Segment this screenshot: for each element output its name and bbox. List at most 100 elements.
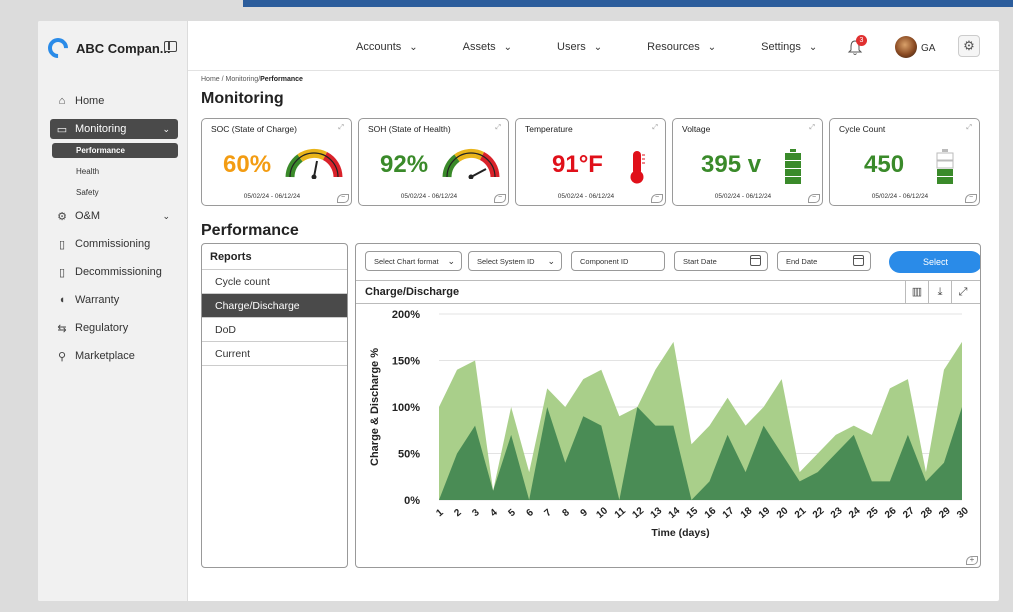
report-item-dod[interactable]: DoD — [202, 318, 347, 342]
menu-settings[interactable]: Settings ⌄ — [761, 41, 817, 53]
battery-empty-icon: ▯ — [58, 266, 66, 279]
y-tick-label: 150% — [392, 356, 420, 368]
brand-name: ABC Compan... — [76, 40, 171, 56]
minimize-icon[interactable]: − — [965, 194, 977, 203]
minimize-icon[interactable]: − — [808, 194, 820, 203]
calendar-icon[interactable] — [750, 255, 761, 266]
breadcrumb-path[interactable]: Home / Monitoring/ — [201, 76, 260, 83]
sidebar-toggle-icon[interactable] — [164, 41, 177, 52]
expand-icon[interactable]: ⤢ — [809, 124, 815, 132]
minimize-icon[interactable]: − — [651, 194, 663, 203]
menu-assets[interactable]: Assets ⌄ — [463, 41, 512, 53]
card-date: 05/02/24 - 06/12/24 — [557, 193, 615, 200]
sidebar-item-regulatory[interactable]: ⇆ Regulatory — [50, 318, 178, 338]
metric-card-temperature[interactable]: Temperature ⤢ 91°F 05/02/24 - 06/12/24 − — [515, 118, 666, 206]
expand-icon[interactable]: ⤢ — [338, 124, 344, 132]
sidebar-item-label: Marketplace — [75, 350, 135, 362]
component-id-input[interactable]: Component ID — [571, 251, 665, 271]
end-date-input[interactable]: End Date — [777, 251, 871, 271]
x-tick-label: 17 — [721, 505, 737, 521]
chart-format-label: Select Chart format — [374, 257, 439, 266]
x-tick-label: 2 — [452, 507, 464, 519]
sidebar-nav: ⌂ Home ▭ Monitoring ⌄ Performance Health… — [50, 91, 178, 374]
y-tick-label: 100% — [392, 402, 420, 414]
metric-card-cycle-count[interactable]: Cycle Count ⤢ 450 05/02/24 - 06/12/24 − — [829, 118, 980, 206]
notification-badge: 3 — [856, 35, 867, 46]
sidebar-item-monitoring[interactable]: ▭ Monitoring ⌄ — [50, 119, 178, 139]
card-date: 05/02/24 - 06/12/24 — [714, 193, 772, 200]
download-icon[interactable]: ⤓ — [928, 281, 951, 304]
chart-panel: Select Chart format ⌄ Select System ID ⌄ C… — [355, 243, 981, 568]
expand-icon[interactable]: ⤢ — [652, 124, 658, 132]
system-id-label: Select System ID — [477, 257, 535, 266]
start-date-input[interactable]: Start Date — [674, 251, 768, 271]
sidebar-item-marketplace[interactable]: ⚲ Marketplace — [50, 346, 178, 366]
chevron-down-icon: ⌄ — [409, 41, 418, 53]
report-item-cycle-count[interactable]: Cycle count — [202, 270, 347, 294]
top-menu: Accounts ⌄ Assets ⌄ Users ⌄ Resources ⌄ Sett… — [356, 41, 862, 53]
sidebar-item-decommissioning[interactable]: ▯ Decommissioning — [50, 262, 178, 282]
metric-card-soh[interactable]: SOH (State of Health) ⤢ 92% 05/02/24 - 0… — [358, 118, 509, 206]
home-icon: ⌂ — [58, 95, 66, 107]
top-header: Accounts ⌄ Assets ⌄ Users ⌄ Resources ⌄ Sett… — [188, 21, 999, 71]
menu-users[interactable]: Users ⌄ — [557, 41, 602, 53]
sidebar-item-warranty[interactable]: ◖ Warranty — [50, 290, 178, 310]
minimize-icon[interactable]: − — [337, 194, 349, 203]
page-title: Monitoring — [201, 90, 284, 107]
x-tick-label: 9 — [579, 507, 591, 519]
card-title: Voltage — [682, 124, 711, 134]
reports-title: Reports — [202, 244, 347, 270]
sidebar-subitem-health[interactable]: Health — [52, 164, 178, 179]
calendar-icon[interactable] — [853, 255, 864, 266]
end-date-placeholder: End Date — [786, 257, 818, 266]
system-id-select[interactable]: Select System ID ⌄ — [468, 251, 562, 271]
report-item-current[interactable]: Current — [202, 342, 347, 366]
menu-resources[interactable]: Resources ⌄ — [647, 41, 716, 53]
menu-label: Users — [557, 41, 586, 53]
regulatory-icon: ⇆ — [57, 322, 67, 335]
chevron-down-icon: ⌄ — [808, 41, 818, 53]
chart-title: Charge/Discharge — [365, 286, 460, 298]
bar-chart-icon[interactable]: ▥ — [905, 281, 928, 304]
user-initials[interactable]: GA — [921, 43, 935, 54]
sidebar-item-commissioning[interactable]: ▯ Commissioning — [50, 234, 178, 254]
metric-card-voltage[interactable]: Voltage ⤢ 395 v 05/02/24 - 06/12/24 − — [672, 118, 823, 206]
battery-icon: ▯ — [58, 238, 66, 251]
monitoring-submenu: Performance Health Safety — [52, 143, 178, 200]
menu-accounts[interactable]: Accounts ⌄ — [356, 41, 418, 53]
gauge-icon — [442, 148, 500, 179]
metric-card-soc[interactable]: SOC (State of Charge) ⤢ 60% 05/02/24 - 0… — [201, 118, 352, 206]
brand[interactable]: ABC Compan... — [43, 33, 183, 63]
x-tick-label: 8 — [561, 507, 573, 519]
charge-discharge-chart: 0%50%100%150%200%1 2 3 4 5 6 7 8 9 10 11 12 13 14 15 16… — [369, 309, 971, 539]
minimize-icon[interactable]: − — [494, 194, 506, 203]
report-item-charge-discharge[interactable]: Charge/Discharge — [202, 294, 347, 318]
sidebar-item-om[interactable]: ⚙ O&M ⌄ — [50, 206, 178, 226]
x-tick-label: 3 — [470, 507, 482, 519]
x-tick-label: 6 — [524, 507, 536, 519]
x-tick-label: 21 — [793, 505, 809, 521]
sidebar-subitem-safety[interactable]: Safety — [52, 185, 178, 200]
chart-format-select[interactable]: Select Chart format ⌄ — [365, 251, 462, 271]
expand-icon[interactable]: ⤢ — [966, 124, 972, 132]
battery-partial-icon — [936, 149, 954, 184]
avatar[interactable] — [895, 36, 917, 58]
sidebar-subitem-performance[interactable]: Performance — [52, 143, 178, 158]
sidebar-item-home[interactable]: ⌂ Home — [50, 91, 178, 111]
app-window: ABC Compan... ⌂ Home ▭ Monitoring ⌄ Perf… — [38, 21, 999, 601]
x-tick-label: 5 — [506, 507, 518, 519]
expand-icon[interactable]: ⤢ — [495, 124, 501, 132]
start-date-placeholder: Start Date — [683, 257, 717, 266]
x-tick-label: 26 — [883, 505, 899, 521]
card-title: Cycle Count — [839, 124, 886, 134]
gear-icon[interactable]: ⚙ — [958, 35, 980, 57]
x-tick-label: 28 — [919, 505, 935, 521]
sidebar-item-label: Regulatory — [75, 322, 129, 334]
select-button[interactable]: Select — [889, 251, 980, 273]
chart-header: Charge/Discharge ▥ ⤓ ⤢ — [356, 280, 980, 304]
x-tick-label: 22 — [811, 505, 827, 521]
expand-plus-icon[interactable]: + — [966, 556, 978, 565]
card-date: 05/02/24 - 06/12/24 — [400, 193, 458, 200]
card-value: 60% — [223, 151, 272, 178]
fullscreen-icon[interactable]: ⤢ — [951, 281, 974, 304]
